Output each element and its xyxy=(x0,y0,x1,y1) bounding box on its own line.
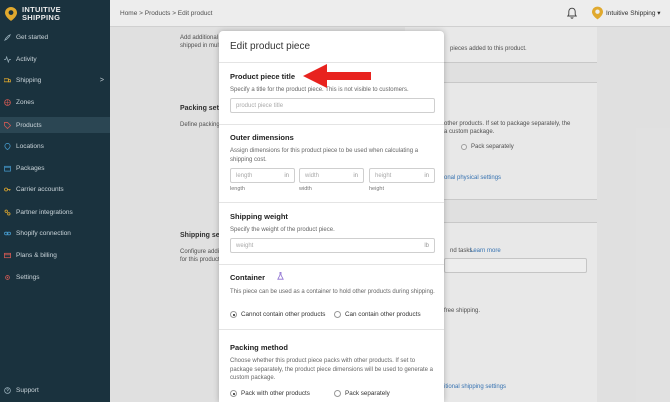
radio-pack-separately[interactable] xyxy=(334,390,341,397)
radio-pack-separately-label[interactable]: Pack separately xyxy=(345,390,390,397)
packing-method-desc: Choose whether this product piece packs … xyxy=(230,358,434,381)
input-placeholder: product piece title xyxy=(236,103,284,109)
radio-pack-with-others[interactable] xyxy=(230,390,237,397)
container-heading: Container xyxy=(230,273,266,282)
input-placeholder: height xyxy=(375,173,392,179)
outer-dimensions-desc: Assign dimensions for this product piece… xyxy=(230,148,419,163)
radio-pack-with-others-label[interactable]: Pack with other products xyxy=(241,390,310,397)
divider xyxy=(219,329,444,330)
radio-cannot-contain-label[interactable]: Cannot contain other products xyxy=(241,311,325,318)
container-desc: This piece can be used as a container to… xyxy=(230,289,435,295)
radio-cannot-contain[interactable] xyxy=(230,311,237,318)
packing-method-heading: Packing method xyxy=(230,343,288,352)
length-input[interactable]: length in xyxy=(230,168,295,183)
width-input[interactable]: width in xyxy=(299,168,364,183)
input-placeholder: width xyxy=(305,173,320,179)
width-caption: width xyxy=(299,186,312,192)
height-input[interactable]: height in xyxy=(369,168,435,183)
shipping-weight-heading: Shipping weight xyxy=(230,212,288,221)
radio-can-contain-label[interactable]: Can contain other products xyxy=(345,311,421,318)
shipping-weight-desc: Specify the weight of the product piece. xyxy=(230,227,335,233)
product-piece-title-heading: Product piece title xyxy=(230,72,296,81)
outer-dimensions-heading: Outer dimensions xyxy=(230,133,294,142)
length-caption: length xyxy=(230,186,245,192)
divider xyxy=(219,264,444,265)
unit-label: lb xyxy=(424,243,429,249)
product-piece-title-input[interactable]: product piece title xyxy=(230,98,435,113)
unit-label: in xyxy=(353,173,358,179)
weight-input[interactable]: weight lb xyxy=(230,238,435,253)
input-placeholder: length xyxy=(236,173,253,179)
unit-label: in xyxy=(284,173,289,179)
height-caption: height xyxy=(369,186,384,192)
modal-title: Edit product piece xyxy=(230,41,311,52)
divider xyxy=(219,202,444,203)
radio-can-contain[interactable] xyxy=(334,311,341,318)
divider xyxy=(219,124,444,125)
red-arrow-icon xyxy=(303,64,371,88)
flask-icon xyxy=(277,272,284,280)
unit-label: in xyxy=(424,173,429,179)
input-placeholder: weight xyxy=(236,243,254,249)
